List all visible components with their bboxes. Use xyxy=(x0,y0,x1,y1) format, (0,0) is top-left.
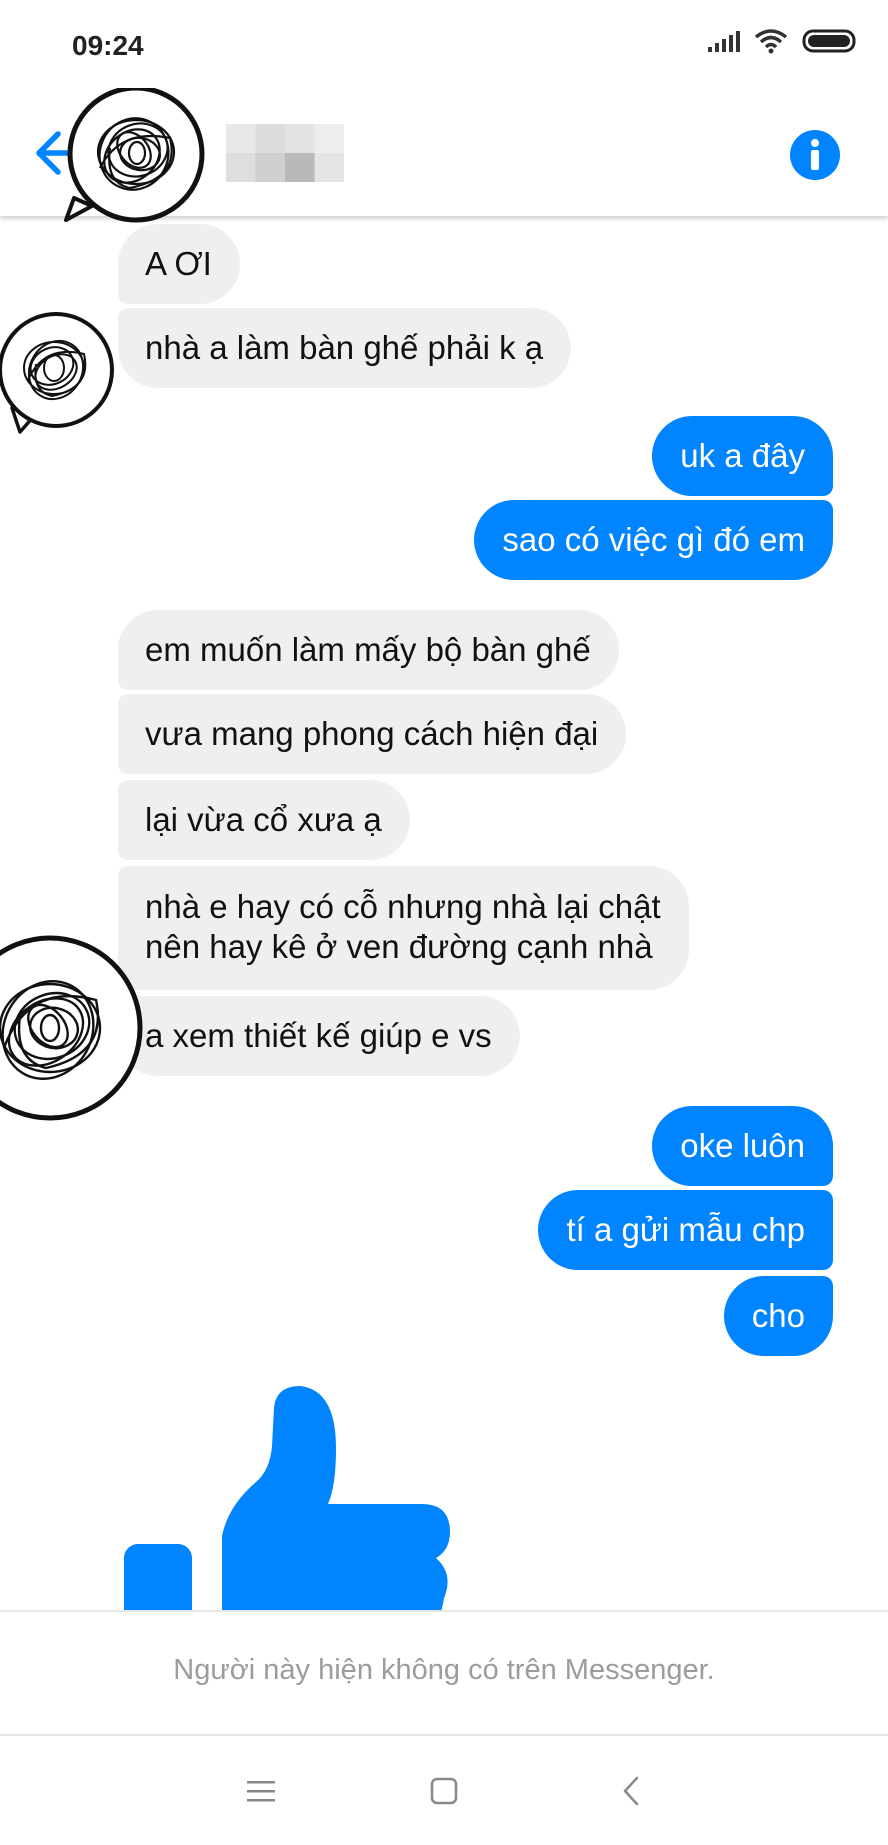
like-sticker[interactable] xyxy=(124,1386,454,1634)
conversation-header xyxy=(0,85,888,223)
home-button[interactable] xyxy=(419,1768,469,1814)
message-bubble-incoming[interactable]: A ƠI xyxy=(118,224,240,304)
message-text: vưa mang phong cách hiện đại xyxy=(145,715,599,752)
message-bubble-incoming[interactable]: em muốn làm mấy bộ bàn ghế xyxy=(118,610,619,690)
message-text: cho xyxy=(751,1297,805,1334)
contact-avatar[interactable] xyxy=(60,85,208,228)
message-text: a xem thiết kế giúp e vs xyxy=(145,1017,492,1054)
status-time: 09:24 xyxy=(72,30,144,61)
message-text: nhà e hay có cỗ nhưng nhà lại chật xyxy=(145,888,661,925)
scribble-avatar-icon xyxy=(0,312,114,434)
wifi-icon xyxy=(754,29,788,54)
message-text: A ƠI xyxy=(145,245,212,282)
system-nav-bar xyxy=(0,1736,888,1845)
system-back-button[interactable] xyxy=(606,1768,656,1814)
message-bubble-incoming[interactable]: nhà e hay có cỗ nhưng nhà lại chật nên h… xyxy=(118,866,689,990)
sender-avatar[interactable] xyxy=(0,308,118,436)
message-text: nên hay kê ở ven đường cạnh nhà xyxy=(145,928,653,965)
message-bubble-outgoing[interactable]: tí a gửi mẫu chp xyxy=(538,1190,833,1270)
message-bubble-outgoing[interactable]: uk a đây xyxy=(652,416,833,496)
status-bar: 09:24 xyxy=(0,0,888,90)
battery-icon xyxy=(802,29,856,53)
message-bubble-incoming[interactable]: vưa mang phong cách hiện đại xyxy=(118,694,627,774)
message-bubble-outgoing[interactable]: cho xyxy=(723,1276,833,1356)
contact-name[interactable] xyxy=(226,124,344,182)
back-icon xyxy=(623,1776,639,1806)
composer-area: Người này hiện không có trên Messenger. xyxy=(0,1610,888,1736)
message-text: tí a gửi mẫu chp xyxy=(566,1211,805,1248)
menu-icon xyxy=(247,1781,275,1802)
signal-icon xyxy=(708,31,740,52)
unavailable-notice: Người này hiện không có trên Messenger. xyxy=(173,1654,715,1686)
thumbs-up-icon xyxy=(124,1386,450,1634)
message-bubble-incoming[interactable]: lại vừa cổ xưa ạ xyxy=(118,780,410,860)
message-text: sao có việc gì đó em xyxy=(502,521,805,558)
message-bubble-outgoing[interactable]: sao có việc gì đó em xyxy=(474,500,833,580)
message-text: lại vừa cổ xưa ạ xyxy=(145,801,382,838)
message-text: uk a đây xyxy=(680,437,805,474)
menu-button[interactable] xyxy=(236,1768,286,1814)
info-icon xyxy=(790,130,840,180)
message-text: nhà a làm bàn ghế phải k ạ xyxy=(145,329,544,366)
message-text: em muốn làm mấy bộ bàn ghế xyxy=(145,631,591,668)
sender-avatar[interactable] xyxy=(0,930,150,1124)
message-bubble-outgoing[interactable]: oke luôn xyxy=(652,1106,833,1186)
home-icon xyxy=(430,1777,458,1805)
info-button[interactable] xyxy=(790,130,840,180)
scribble-avatar-icon xyxy=(64,85,205,223)
message-bubble-incoming[interactable]: nhà a làm bàn ghế phải k ạ xyxy=(118,308,572,388)
message-text: oke luôn xyxy=(680,1127,805,1164)
scribble-avatar-icon xyxy=(0,935,143,1121)
status-icons xyxy=(706,28,858,54)
message-bubble-incoming[interactable]: a xem thiết kế giúp e vs xyxy=(118,996,520,1076)
